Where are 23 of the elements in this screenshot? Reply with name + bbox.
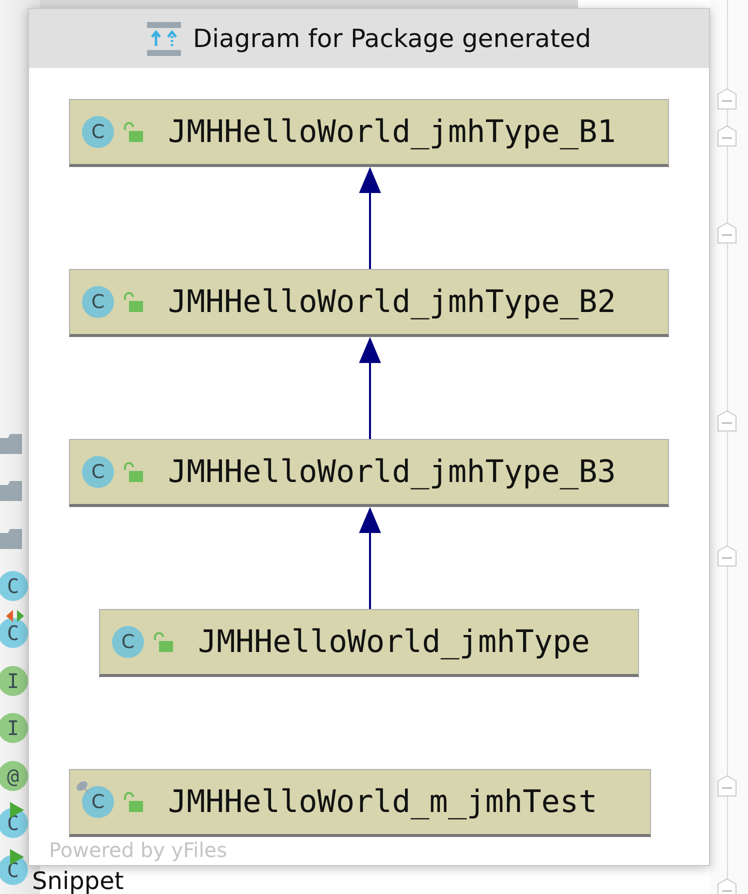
class-name: JMHHelloWorld_jmhType_B2 xyxy=(168,284,616,320)
class-node[interactable]: C JMHHelloWorld_jmhType xyxy=(99,609,639,677)
class-icon: C xyxy=(82,456,114,488)
class-icon: C xyxy=(112,626,144,658)
code-text: Snippet xyxy=(32,866,124,894)
window-title: Diagram for Package generated xyxy=(192,24,592,53)
class-node[interactable]: C JMHHelloWorld_jmhType_B2 xyxy=(69,269,669,337)
class-icon: I xyxy=(0,666,28,696)
class-icon: C xyxy=(82,286,114,318)
class-node[interactable]: C JMHHelloWorld_jmhType_B3 xyxy=(69,439,669,507)
class-node[interactable]: C JMHHelloWorld_jmhType_B1 xyxy=(69,99,669,167)
class-icon: I xyxy=(0,713,28,744)
class-name: JMHHelloWorld_jmhType_B3 xyxy=(168,454,616,490)
class-icon: C xyxy=(82,116,114,148)
credit-text: Powered by yFiles xyxy=(49,838,227,862)
class-icon: C xyxy=(82,786,114,818)
class-name: JMHHelloWorld_jmhType xyxy=(198,624,590,660)
class-icon: C xyxy=(0,618,28,648)
class-name: JMHHelloWorld_m_jmhTest xyxy=(168,784,598,820)
class-node[interactable]: C JMHHelloWorld_m_jmhTest xyxy=(69,769,651,837)
class-icon: C xyxy=(0,570,28,601)
class-icon: @ xyxy=(0,760,28,791)
class-name: JMHHelloWorld_jmhType_B1 xyxy=(168,114,616,150)
